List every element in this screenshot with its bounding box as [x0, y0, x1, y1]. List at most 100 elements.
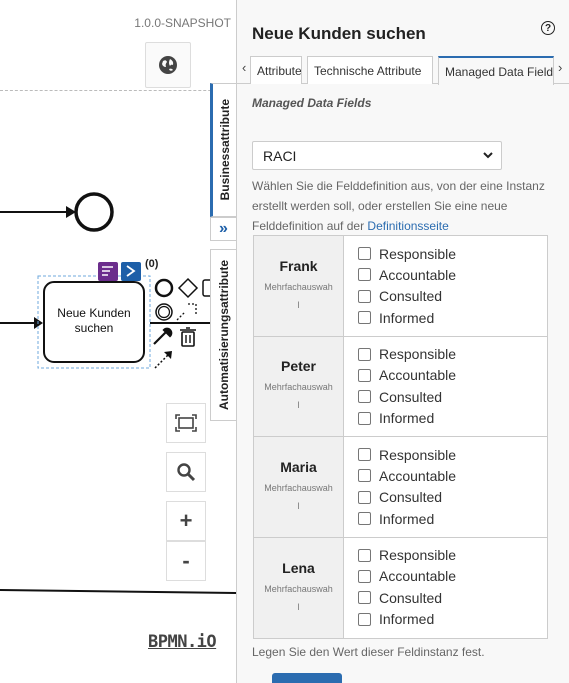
- checkbox[interactable]: [358, 448, 371, 462]
- table-row: Frank Mehrfachauswahl Responsible Accountab…: [254, 236, 547, 337]
- checkbox[interactable]: [358, 512, 371, 526]
- zoom-out-button[interactable]: -: [166, 541, 206, 581]
- checkbox[interactable]: [358, 569, 371, 583]
- checkbox-label: Informed: [379, 410, 435, 427]
- option-list: Responsible Accountable Consulted Informed: [344, 437, 547, 537]
- lower-flow[interactable]: [0, 589, 236, 594]
- checkbox-option[interactable]: Consulted: [358, 487, 547, 508]
- append-end-event-icon[interactable]: [154, 278, 174, 298]
- tab-automatisierungsattribute[interactable]: Automatisierungsattribute: [210, 249, 236, 421]
- option-list: Responsible Accountable Consulted Informed: [344, 538, 547, 639]
- checkbox-option[interactable]: Consulted: [358, 386, 547, 407]
- checkbox-option[interactable]: Accountable: [358, 465, 547, 486]
- search-button[interactable]: [166, 452, 206, 492]
- checkbox-option[interactable]: Accountable: [358, 566, 547, 587]
- person-name: Peter: [280, 358, 317, 375]
- fit-viewport-icon: [175, 414, 197, 432]
- field-type: Mehrfachauswahl: [264, 382, 333, 411]
- task-label: Neue Kunden suchen: [57, 306, 131, 335]
- checkbox-label: Responsible: [379, 245, 457, 262]
- checkbox-option[interactable]: Informed: [358, 307, 547, 328]
- checkbox[interactable]: [358, 411, 371, 425]
- checkbox[interactable]: [358, 347, 371, 361]
- checkbox[interactable]: [358, 469, 371, 483]
- field-description: Wählen Sie die Felddefinition aus, von d…: [252, 176, 557, 236]
- checkbox-label: Informed: [379, 611, 435, 628]
- field-type: Mehrfachauswahl: [264, 482, 333, 511]
- section-title: Managed Data Fields: [252, 96, 372, 110]
- trash-icon[interactable]: [181, 331, 195, 347]
- submit-button[interactable]: [272, 673, 342, 683]
- checkbox-option[interactable]: Responsible: [358, 545, 547, 566]
- checkbox-option[interactable]: Accountable: [358, 365, 547, 386]
- checkbox[interactable]: [358, 390, 371, 404]
- checkbox[interactable]: [358, 612, 371, 626]
- bpmn-canvas[interactable]: 1.0.0-SNAPSHOT (0) Neue Kunden suchen + …: [0, 0, 236, 683]
- checkbox-label: Consulted: [379, 589, 443, 606]
- checkbox-label: Accountable: [379, 467, 457, 484]
- tab-bar: ‹ Attribute Technische Attribute Managed…: [237, 56, 569, 85]
- checkbox-label: Informed: [379, 309, 435, 326]
- checkbox-option[interactable]: Responsible: [358, 344, 547, 365]
- row-label: Maria Mehrfachauswahl: [254, 437, 344, 537]
- fit-viewport-button[interactable]: [166, 403, 206, 443]
- checkbox[interactable]: [358, 311, 371, 325]
- checkbox[interactable]: [358, 591, 371, 605]
- checkbox-option[interactable]: Consulted: [358, 286, 547, 307]
- checkbox-label: Accountable: [379, 568, 457, 585]
- panel-title: Neue Kunden suchen: [252, 24, 426, 43]
- checkbox-option[interactable]: Responsible: [358, 444, 547, 465]
- field-type: Mehrfachauswahl: [264, 583, 333, 612]
- end-event[interactable]: [74, 192, 114, 232]
- checkbox-label: Accountable: [379, 367, 457, 384]
- connect-arrow: [164, 351, 172, 359]
- tab-businessattribute-label: Businessattribute: [217, 99, 232, 201]
- expand-panel-button[interactable]: »: [210, 217, 236, 241]
- append-gateway-icon[interactable]: [177, 277, 199, 299]
- row-label: Lena Mehrfachauswahl: [254, 537, 344, 638]
- chevron-down-icon: [483, 152, 493, 159]
- checkbox[interactable]: [358, 490, 371, 504]
- field-type: Mehrfachauswahl: [264, 281, 333, 310]
- help-icon[interactable]: ?: [541, 21, 555, 35]
- table-row: Maria Mehrfachauswahl Responsible Accountab…: [254, 437, 547, 538]
- field-definition-select[interactable]: RACI: [252, 141, 502, 170]
- checkbox-label: Informed: [379, 510, 435, 527]
- option-list: Responsible Accountable Consulted Informed: [344, 337, 547, 437]
- person-name: Maria: [280, 458, 317, 475]
- bpmn-io-logo[interactable]: BPMN.iO: [148, 632, 217, 652]
- option-list: Responsible Accountable Consulted Informed: [344, 236, 547, 336]
- tab-attribute[interactable]: Attribute: [250, 56, 302, 84]
- checkbox-label: Consulted: [379, 388, 443, 405]
- definition-page-link[interactable]: Definitionsseite: [367, 219, 448, 233]
- app-root: 1.0.0-SNAPSHOT (0) Neue Kunden suchen + …: [0, 0, 569, 683]
- checkbox-option[interactable]: Informed: [358, 508, 547, 529]
- checkbox[interactable]: [358, 368, 371, 382]
- tab-next-arrow[interactable]: ›: [558, 60, 562, 75]
- wrench-icon[interactable]: [153, 327, 173, 345]
- tab-managed-data-fields[interactable]: Managed Data Fields: [438, 56, 554, 85]
- raci-grid: Frank Mehrfachauswahl Responsible Accountab…: [253, 235, 548, 639]
- checkbox-label: Consulted: [379, 489, 443, 506]
- checkbox[interactable]: [358, 268, 371, 282]
- tab-technische-attribute[interactable]: Technische Attribute: [307, 56, 433, 84]
- checkbox-label: Consulted: [379, 288, 443, 305]
- checkbox-option[interactable]: Accountable: [358, 264, 547, 285]
- checkbox-option[interactable]: Informed: [358, 407, 547, 428]
- row-label: Peter Mehrfachauswahl: [254, 336, 344, 436]
- next-badge[interactable]: [121, 262, 141, 281]
- checkbox[interactable]: [358, 548, 371, 562]
- checkbox[interactable]: [358, 247, 371, 261]
- tab-automatisierungsattribute-label: Automatisierungsattribute: [216, 259, 231, 410]
- tab-prev-arrow[interactable]: ‹: [242, 60, 246, 75]
- checkbox-label: Accountable: [379, 266, 457, 283]
- append-text-annotation-icon[interactable]: [176, 303, 197, 321]
- checkbox-option[interactable]: Consulted: [358, 587, 547, 608]
- count-badge: (0): [145, 258, 159, 270]
- checkbox[interactable]: [358, 289, 371, 303]
- checkbox-option[interactable]: Responsible: [358, 243, 547, 264]
- checkbox-option[interactable]: Informed: [358, 608, 547, 629]
- tab-businessattribute[interactable]: Businessattribute: [210, 83, 236, 217]
- person-name: Lena: [282, 559, 315, 576]
- zoom-in-button[interactable]: +: [166, 501, 206, 541]
